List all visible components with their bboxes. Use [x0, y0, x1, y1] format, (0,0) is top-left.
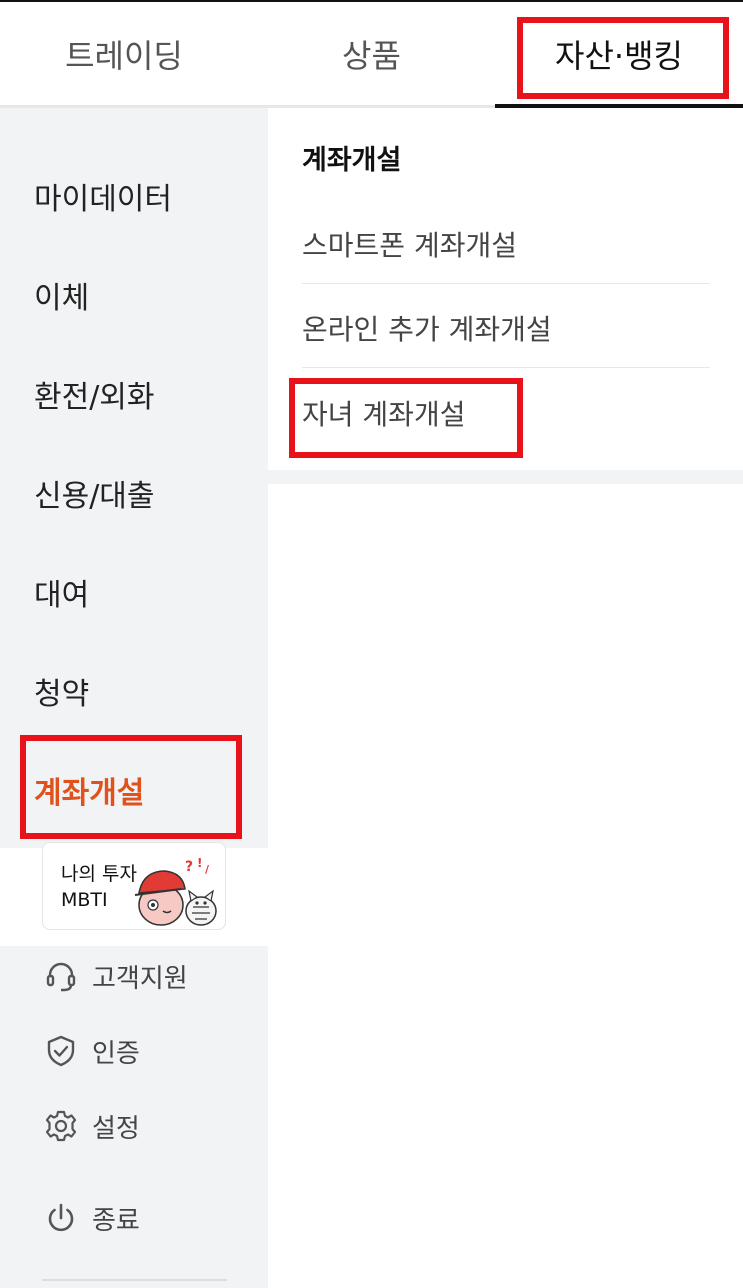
submenu-title: 계좌개설	[302, 145, 402, 176]
tab-trading[interactable]: 트레이딩	[0, 2, 248, 106]
sidebar-item-subscription[interactable]: 청약	[34, 669, 89, 713]
tab-assets-banking[interactable]: 자산·뱅킹	[495, 2, 743, 106]
sidebar-item-transfer[interactable]: 이체	[34, 273, 89, 317]
top-tab-bar: 트레이딩 상품 자산·뱅킹	[0, 0, 743, 110]
settings-link[interactable]: 설정	[44, 1106, 140, 1146]
app-root: 트레이딩 상품 자산·뱅킹 마이데이터 이체 환전/외화 신용/대출 대여 청약…	[0, 0, 743, 1288]
investment-mbti-banner[interactable]: 나의 투자 MBTI ? ! /	[42, 842, 226, 930]
headset-icon	[46, 962, 76, 992]
settings-label: 설정	[92, 1113, 140, 1144]
exit-link[interactable]: 종료	[44, 1198, 140, 1238]
submenu-panel: 계좌개설 스마트폰 계좌개설 온라인 추가 계좌개설 자녀 계좌개설	[268, 108, 743, 470]
submenu-item-child-account[interactable]: 자녀 계좌개설	[302, 393, 465, 433]
submenu-panel-footer	[268, 470, 743, 484]
submenu-item-online-additional-account[interactable]: 온라인 추가 계좌개설	[302, 308, 552, 348]
sidebar-item-credit-loan[interactable]: 신용/대출	[34, 471, 155, 515]
customer-support-link[interactable]: 고객지원	[44, 956, 188, 996]
sidebar-item-exchange[interactable]: 환전/외화	[34, 372, 155, 416]
authentication-link[interactable]: 인증	[44, 1031, 140, 1071]
exit-label: 종료	[92, 1205, 140, 1236]
submenu-item-smartphone-account[interactable]: 스마트폰 계좌개설	[302, 224, 517, 264]
power-icon	[48, 1203, 74, 1232]
mbti-line-1: 나의 투자	[61, 863, 137, 885]
sidebar-item-lending[interactable]: 대여	[34, 570, 89, 614]
sidebar-item-mydata[interactable]: 마이데이터	[34, 174, 172, 218]
authentication-label: 인증	[92, 1038, 140, 1069]
gear-icon	[45, 1110, 77, 1142]
submenu-divider	[302, 367, 710, 368]
mbti-banner-text: 나의 투자 MBTI	[61, 861, 137, 913]
submenu-divider	[302, 283, 710, 284]
tab-products[interactable]: 상품	[248, 2, 495, 106]
customer-support-label: 고객지원	[92, 963, 188, 994]
mbti-character-illustration: ? ! /	[134, 856, 217, 926]
mbti-line-2: MBTI	[61, 889, 108, 911]
sidebar: 마이데이터 이체 환전/외화 신용/대출 대여 청약 계좌개설 나의 투자 MB…	[0, 108, 268, 1288]
shield-check-icon	[47, 1035, 75, 1067]
svg-text:?: ?	[185, 859, 193, 875]
sidebar-divider	[42, 1279, 227, 1281]
svg-text:!: !	[197, 856, 202, 870]
svg-text:/: /	[205, 863, 210, 876]
sidebar-item-account-opening[interactable]: 계좌개설	[34, 768, 144, 812]
